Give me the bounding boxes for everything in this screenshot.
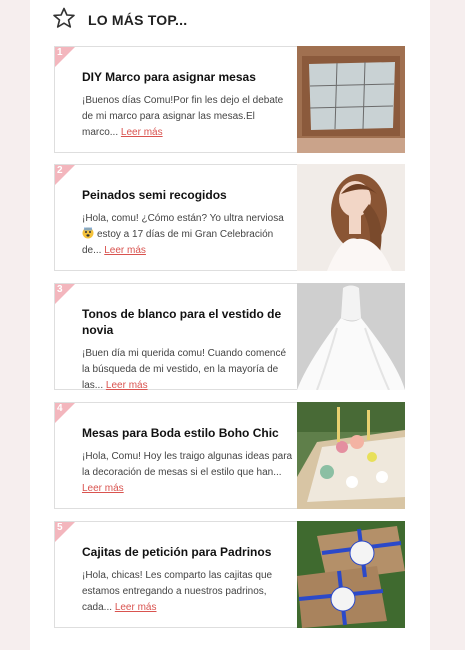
article-title[interactable]: DIY Marco para asignar mesas xyxy=(82,69,294,85)
rank-number: 2 xyxy=(57,165,63,176)
rank-number: 4 xyxy=(57,403,63,414)
article-card[interactable]: 4 Mesas para Boda estilo Boho Chic ¡Hola… xyxy=(54,402,405,509)
gift-boxes-image[interactable] xyxy=(297,521,405,628)
article-card[interactable]: 1 DIY Marco para asignar mesas ¡Buenos d… xyxy=(54,46,405,153)
read-more-link[interactable]: Leer más xyxy=(115,602,157,613)
boho-table-image[interactable] xyxy=(297,402,405,509)
article-card[interactable]: 5 Cajitas de petición para Padrinos ¡Hol… xyxy=(54,521,405,628)
article-excerpt: ¡Buenos días Comu!Por fin les dejo el de… xyxy=(82,95,284,138)
bride-hairstyle-image[interactable] xyxy=(297,164,405,271)
star-icon xyxy=(52,6,76,35)
read-more-link[interactable]: Leer más xyxy=(82,483,124,494)
article-title[interactable]: Cajitas de petición para Padrinos xyxy=(82,544,294,560)
section-title: LO MÁS TOP... xyxy=(88,12,188,28)
nervous-face-emoji xyxy=(82,227,94,239)
wedding-dress-image[interactable] xyxy=(297,283,405,390)
rank-number: 3 xyxy=(57,284,63,295)
read-more-link[interactable]: Leer más xyxy=(104,245,146,256)
article-card[interactable]: 2 Peinados semi recogidos ¡Hola, comu! ¿… xyxy=(54,164,405,271)
article-excerpt: ¡Hola, Comu! Hoy les traigo algunas idea… xyxy=(82,451,293,494)
article-title[interactable]: Peinados semi recogidos xyxy=(82,187,294,203)
article-excerpt: ¡Hola, comu! ¿Cómo están? Yo ultra nervi… xyxy=(82,213,284,256)
article-excerpt: ¡Buen día mi querida comu! Cuando comenc… xyxy=(82,348,287,391)
section-header: LO MÁS TOP... xyxy=(52,6,187,34)
rank-number: 5 xyxy=(57,522,63,533)
article-title[interactable]: Mesas para Boda estilo Boho Chic xyxy=(82,425,294,441)
table-frame-image[interactable] xyxy=(297,46,405,153)
article-card[interactable]: 3 Tonos de blanco para el vestido de nov… xyxy=(54,283,405,391)
read-more-link[interactable]: Leer más xyxy=(121,127,163,138)
rank-number: 1 xyxy=(57,47,63,58)
article-excerpt: ¡Hola, chicas! Les comparto las cajitas … xyxy=(82,570,273,613)
article-title[interactable]: Tonos de blanco para el vestido de novia xyxy=(82,306,294,338)
read-more-link[interactable]: Leer más xyxy=(106,380,148,391)
